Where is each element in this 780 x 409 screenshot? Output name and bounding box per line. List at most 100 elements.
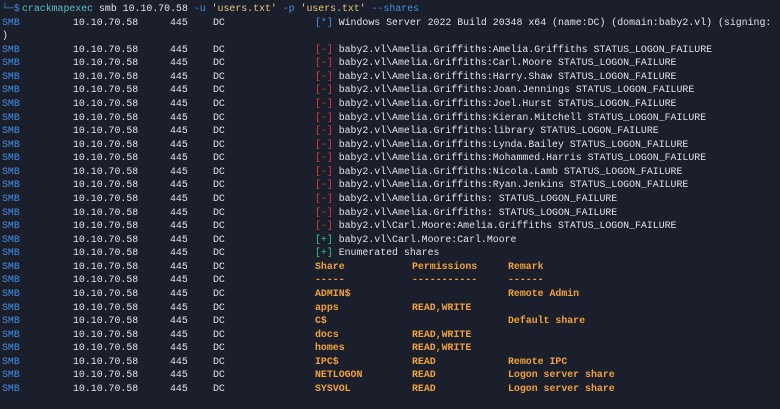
message: [-] baby2.vl\Amelia.Griffiths:Nicola.Lam… [315,165,682,179]
command-name: crackmapexec [22,3,94,14]
ip-address: 10.10.70.58 [73,274,139,286]
ip-address: 10.10.70.58 [73,165,139,177]
share-row: SMB 10.10.70.58 445 DC homes READ,WRITE [0,341,780,355]
hostname: DC [213,70,225,82]
protocol-label: SMB [2,220,20,232]
share-permissions: READ,WRITE [412,342,472,354]
protocol-label: SMB [2,206,20,218]
ip-address: 10.10.70.58 [73,301,139,313]
command-arg: -p [282,3,301,14]
command-arg: 'users.txt' [211,3,283,14]
ip-address: 10.10.70.58 [73,247,139,259]
output-line: SMB 10.10.70.58 445 DC [-] baby2.vl\Amelia.G… [0,178,780,192]
ip-address: 10.10.70.58 [73,220,139,232]
message: [-] baby2.vl\Amelia.Griffiths:Amelia.Gri… [315,43,712,57]
message-text: baby2.vl\Carl.Moore:Amelia.Griffiths STA… [332,220,677,232]
hostname: DC [213,355,225,367]
port: 445 [170,206,188,218]
output-line: SMB 10.10.70.58 445 DC [-] baby2.vl\Amelia.G… [0,192,780,206]
output-line: SMB 10.10.70.58 445 DC [-] baby2.vl\Amelia.G… [0,70,780,84]
port: 445 [170,247,188,259]
protocol-label: SMB [2,138,20,150]
ip-address: 10.10.70.58 [73,84,139,96]
message-text: baby2.vl\Amelia.Griffiths: STATUS_LOGON_… [332,206,618,218]
share-remark: Logon server share [508,369,615,381]
hostname: DC [213,315,225,327]
protocol-label: SMB [2,125,20,137]
share-permissions: READ [412,369,436,381]
ip-address: 10.10.70.58 [73,315,139,327]
port: 445 [170,111,188,123]
output-line: SMB 10.10.70.58 445 DC [-] baby2.vl\Amelia.G… [0,56,780,70]
share-remark: Remote Admin [508,287,580,299]
output-line: SMB 10.10.70.58 445 DC [-] baby2.vl\Amelia.G… [0,124,780,138]
status-badge: [-] [315,152,333,164]
hostname: DC [213,125,225,137]
share-name: NETLOGON [315,369,363,381]
port: 445 [170,233,188,245]
share-permissions: READ [412,355,436,367]
message-text: Windows Server 2022 Build 20348 x64 (nam… [332,16,772,28]
hostname: DC [213,192,225,204]
ip-address: 10.10.70.58 [73,206,139,218]
port: 445 [170,165,188,177]
status-badge: [-] [315,57,333,69]
protocol-label: SMB [2,274,20,286]
shares-header: SMB 10.10.70.58 445 DC Share Permissions Remar… [0,260,780,274]
hostname: DC [213,247,225,259]
hostname: DC [213,206,225,218]
port: 445 [170,70,188,82]
message: [-] baby2.vl\Amelia.Griffiths:Joel.Hurst… [315,97,677,111]
port: 445 [170,274,188,286]
port: 445 [170,152,188,164]
ip-address: 10.10.70.58 [73,43,139,55]
message-text: baby2.vl\Amelia.Griffiths:library STATUS… [332,125,659,137]
share-permissions: READ,WRITE [412,328,472,340]
port: 445 [170,287,188,299]
output-line: SMB 10.10.70.58 445 DC [+] Enumerated shares [0,246,780,260]
hostname: DC [213,342,225,354]
share-name: IPC$ [315,355,339,367]
share-name: C$ [315,315,327,327]
share-permissions: ----------- [412,274,478,286]
protocol-label: SMB [2,179,20,191]
command-arg: -u [193,3,212,14]
port: 445 [170,342,188,354]
ip-address: 10.10.70.58 [73,260,139,272]
message-text: baby2.vl\Amelia.Griffiths:Lynda.Bailey S… [332,138,689,150]
hostname: DC [213,220,225,232]
command-arg: 'users.txt' [300,3,372,14]
status-badge: [-] [315,70,333,82]
message-text: baby2.vl\Amelia.Griffiths:Nicola.Lamb ST… [332,165,683,177]
message: [-] baby2.vl\Amelia.Griffiths:Harry.Shaw… [315,70,677,84]
status-badge: [-] [315,125,333,137]
share-remark: Remote IPC [508,355,568,367]
protocol-label: SMB [2,355,20,367]
protocol-label: SMB [2,260,20,272]
message: [-] baby2.vl\Amelia.Griffiths:library ST… [315,124,659,138]
port: 445 [170,328,188,340]
message: [-] baby2.vl\Amelia.Griffiths:Ryan.Jenki… [315,178,688,192]
message: [-] baby2.vl\Amelia.Griffiths:Joan.Jenni… [315,83,694,97]
protocol-label: SMB [2,165,20,177]
share-remark: Logon server share [508,382,615,394]
share-row: SMB 10.10.70.58 445 DC docs READ,WRITE [0,328,780,342]
message: [+] baby2.vl\Carl.Moore:Carl.Moore [315,233,517,247]
protocol-label: SMB [2,84,20,96]
hostname: DC [213,369,225,381]
protocol-label: SMB [2,111,20,123]
share-remark: Remark [508,260,544,272]
protocol-label: SMB [2,382,20,394]
wrapped-text: ) [2,30,8,42]
ip-address: 10.10.70.58 [73,233,139,245]
port: 445 [170,84,188,96]
status-badge: [-] [315,97,333,109]
share-name: ----- [315,274,345,286]
message: [-] baby2.vl\Amelia.Griffiths:Kieran.Mit… [315,111,706,125]
message: [-] baby2.vl\Amelia.Griffiths:Carl.Moore… [315,56,677,70]
status-badge: [+] [315,233,333,245]
message: [-] baby2.vl\Amelia.Griffiths: STATUS_LO… [315,192,617,206]
share-name: Share [315,260,345,272]
share-row: SMB 10.10.70.58 445 DC apps READ,WRITE [0,301,780,315]
output-line: SMB 10.10.70.58 445 DC [-] baby2.vl\Amelia.G… [0,206,780,220]
